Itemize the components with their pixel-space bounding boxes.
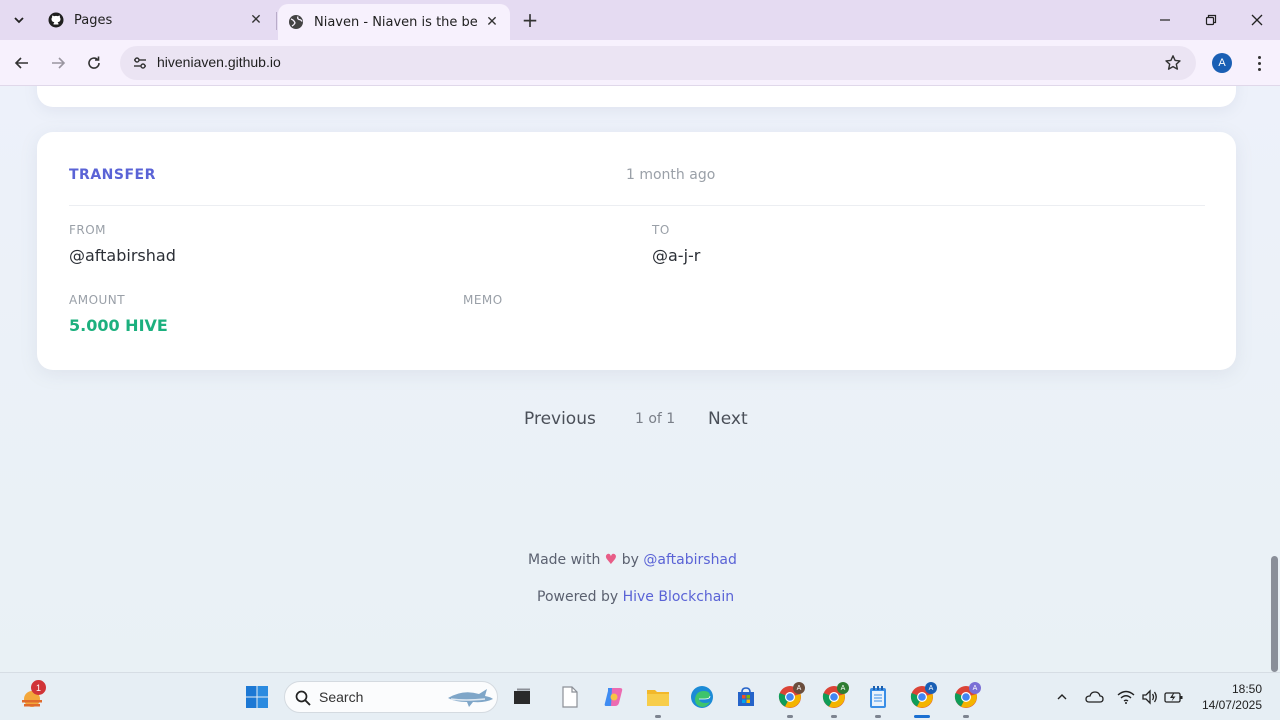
chrome-running-indicator (787, 715, 793, 718)
url-text[interactable]: hiveniaven.github.io (157, 54, 281, 70)
chrome-profile-badge: A (793, 682, 805, 694)
bookmark-star-icon[interactable] (1162, 52, 1184, 74)
forward-button[interactable] (44, 49, 72, 77)
minimize-icon (1160, 19, 1170, 21)
profile-avatar[interactable]: A (1212, 53, 1232, 73)
shark-search-highlight-icon (448, 689, 493, 707)
divider (69, 205, 1205, 206)
author-link[interactable]: @aftabirshad (643, 552, 737, 568)
close-tab-icon[interactable]: ✕ (248, 12, 264, 28)
restore-icon (1205, 14, 1217, 26)
back-button[interactable] (8, 49, 36, 77)
tab-title: Niaven - Niaven is the best platform (314, 14, 478, 30)
restore-button[interactable] (1188, 0, 1234, 40)
file-icon[interactable] (556, 683, 584, 711)
transaction-time: 1 month ago (626, 167, 716, 183)
more-menu-icon[interactable] (1248, 52, 1270, 74)
memo-label: MEMO (463, 293, 503, 307)
chrome-running-indicator (963, 715, 969, 718)
edge-icon[interactable] (688, 683, 716, 711)
scrollbar-thumb[interactable] (1271, 556, 1278, 672)
from-value: @aftabirshad (69, 246, 176, 265)
search-icon (295, 690, 311, 706)
show-hidden-icons-icon[interactable] (1052, 687, 1072, 707)
reload-button[interactable] (80, 49, 108, 77)
tab-pages[interactable]: Pages ✕ (38, 0, 274, 40)
clock-time[interactable]: 18:50 (1226, 682, 1262, 696)
footer-by: by (621, 552, 639, 568)
close-icon (1251, 14, 1263, 26)
taskbar: 1 Search A A A A 18:50 14/07/2025 (0, 672, 1280, 720)
tab-search-button[interactable] (7, 8, 31, 32)
arrow-left-icon (14, 57, 28, 69)
microsoft-store-icon[interactable] (732, 683, 760, 711)
tab-separator (276, 12, 277, 30)
chrome-profile-badge: A (925, 682, 937, 694)
copilot-icon[interactable] (600, 683, 628, 711)
wifi-icon[interactable] (1116, 687, 1136, 707)
address-bar[interactable]: hiveniaven.github.io (120, 46, 1196, 80)
next-page-button[interactable]: Next (708, 409, 748, 429)
to-value: @a-j-r (652, 246, 701, 265)
chrome-profile-badge: A (837, 682, 849, 694)
footer-powered-by: Powered by (537, 589, 619, 605)
previous-transaction-card (37, 86, 1236, 107)
page-info: 1 of 1 (635, 411, 676, 427)
transaction-card: TRANSFER 1 month ago FROM @aftabirshad T… (37, 132, 1236, 370)
arrow-right-icon (52, 57, 66, 69)
taskbar-search-box[interactable]: Search (284, 681, 498, 713)
taskbar-search-placeholder: Search (319, 689, 364, 705)
footer-made-with: Made with (528, 552, 601, 568)
tab-niaven[interactable]: Niaven - Niaven is the best platform ✕ (278, 4, 510, 40)
new-tab-button[interactable]: + (518, 8, 542, 32)
chrome-profile-badge: A (969, 682, 981, 694)
reload-icon (88, 56, 100, 69)
minimize-button[interactable] (1142, 0, 1188, 40)
page-viewport: TRANSFER 1 month ago FROM @aftabirshad T… (0, 86, 1280, 672)
close-tab-icon[interactable]: ✕ (484, 14, 500, 30)
github-icon (48, 12, 64, 28)
explorer-running-indicator (655, 715, 661, 718)
onedrive-icon[interactable] (1084, 687, 1104, 707)
footer-credit: Made with ♥ by @aftabirshad (528, 552, 737, 568)
tab-strip: Pages ✕ Niaven - Niaven is the best plat… (0, 0, 1280, 40)
weather-notification-badge: 1 (31, 680, 46, 695)
browser-toolbar: hiveniaven.github.io A (0, 40, 1280, 86)
chrome-active-indicator (914, 715, 930, 718)
site-settings-icon[interactable] (128, 51, 152, 75)
clock-date[interactable]: 14/07/2025 (1196, 698, 1262, 712)
amount-value: 5.000 HIVE (69, 316, 168, 335)
transaction-type: TRANSFER (69, 167, 156, 183)
hive-blockchain-link[interactable]: Hive Blockchain (623, 589, 735, 605)
to-label: TO (652, 223, 670, 237)
battery-charging-icon[interactable] (1164, 687, 1184, 707)
footer-powered: Powered by Hive Blockchain (537, 589, 734, 605)
file-explorer-icon[interactable] (644, 683, 672, 711)
tab-title: Pages (74, 12, 113, 28)
heart-icon: ♥ (604, 552, 618, 568)
chevron-down-icon (14, 17, 24, 24)
chrome-running-indicator (831, 715, 837, 718)
notepad-running-indicator (875, 715, 881, 718)
task-view-icon[interactable] (508, 683, 536, 711)
previous-page-button[interactable]: Previous (524, 409, 596, 429)
from-label: FROM (69, 223, 107, 237)
amount-label: AMOUNT (69, 293, 126, 307)
volume-icon[interactable] (1140, 687, 1160, 707)
notepad-icon[interactable] (864, 683, 892, 711)
globe-icon (288, 14, 304, 30)
close-window-button[interactable] (1234, 0, 1280, 40)
windows-start-icon[interactable] (243, 683, 271, 711)
